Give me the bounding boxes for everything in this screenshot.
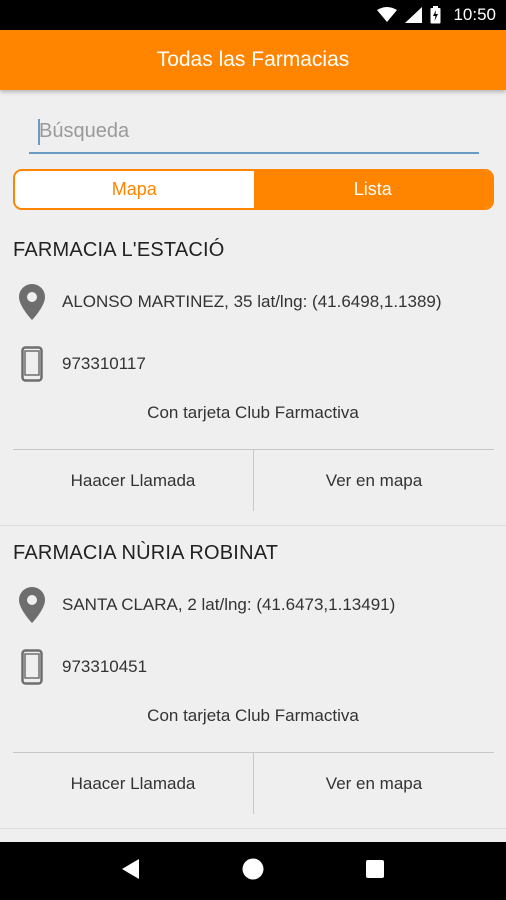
card-divider xyxy=(0,828,506,829)
home-button[interactable] xyxy=(223,842,283,900)
text-cursor xyxy=(38,119,40,145)
battery-icon xyxy=(430,6,441,24)
tab-map[interactable]: Mapa xyxy=(15,171,254,208)
search-field[interactable] xyxy=(29,112,479,154)
address-row: ALONSO MARTINEZ, 35 lat/lng: (41.6498,1.… xyxy=(0,282,506,322)
navigation-bar xyxy=(0,842,506,900)
card-divider xyxy=(0,525,506,526)
view-on-map-button[interactable]: Ver en mapa xyxy=(253,753,494,814)
search-input[interactable] xyxy=(29,112,479,150)
page-title: Todas las Farmacias xyxy=(156,48,350,71)
location-pin-icon xyxy=(18,587,46,623)
back-icon xyxy=(122,858,140,884)
address-row: SANTA CLARA, 2 lat/lng: (41.6473,1.13491… xyxy=(0,585,506,625)
status-time: 10:50 xyxy=(453,5,496,24)
app-bar: Todas las Farmacias xyxy=(0,30,506,90)
pharmacy-phone: 973310451 xyxy=(62,657,148,676)
phone-icon xyxy=(18,346,46,382)
pharmacy-card: FARMACIA L'ESTACIÓ ALONSO MARTINEZ, 35 l… xyxy=(0,226,506,526)
pharmacy-address: ALONSO MARTINEZ, 35 lat/lng: (41.6498,1.… xyxy=(62,292,442,311)
pharmacy-card: FARMACIA NÙRIA ROBINAT SANTA CLARA, 2 la… xyxy=(0,529,506,829)
club-label: Con tarjeta Club Farmactiva xyxy=(147,403,359,422)
view-toggle: Mapa Lista xyxy=(13,169,494,210)
view-on-map-label: Ver en mapa xyxy=(325,470,423,490)
card-actions: Haacer Llamada Ver en mapa xyxy=(13,449,494,511)
pharmacy-name: FARMACIA NÙRIA ROBINAT xyxy=(13,542,279,564)
view-on-map-button[interactable]: Ver en mapa xyxy=(253,450,494,511)
call-button[interactable]: Haacer Llamada xyxy=(13,450,253,511)
back-button[interactable] xyxy=(101,842,161,900)
call-button-label: Haacer Llamada xyxy=(70,773,196,793)
call-button-label: Haacer Llamada xyxy=(70,470,196,490)
pharmacy-phone: 973310117 xyxy=(62,354,146,373)
recents-button[interactable] xyxy=(345,842,405,900)
pharmacy-address: SANTA CLARA, 2 lat/lng: (41.6473,1.13491… xyxy=(62,595,396,614)
location-pin-icon xyxy=(18,284,46,320)
signal-icon xyxy=(405,7,423,23)
wifi-icon xyxy=(377,7,398,23)
club-label: Con tarjeta Club Farmactiva xyxy=(147,706,359,725)
view-on-map-label: Ver en mapa xyxy=(325,773,423,793)
phone-row: 973310117 xyxy=(0,344,506,384)
status-bar: 10:50 xyxy=(0,0,506,30)
home-icon xyxy=(242,858,264,885)
tab-list-label: Lista xyxy=(353,179,392,199)
phone-icon xyxy=(18,649,46,685)
tab-list[interactable]: Lista xyxy=(253,171,492,208)
phone-row: 973310451 xyxy=(0,647,506,687)
card-actions: Haacer Llamada Ver en mapa xyxy=(13,752,494,814)
recents-icon xyxy=(366,859,384,883)
tab-map-label: Mapa xyxy=(111,179,157,199)
call-button[interactable]: Haacer Llamada xyxy=(13,753,253,814)
pharmacy-name: FARMACIA L'ESTACIÓ xyxy=(13,239,225,261)
